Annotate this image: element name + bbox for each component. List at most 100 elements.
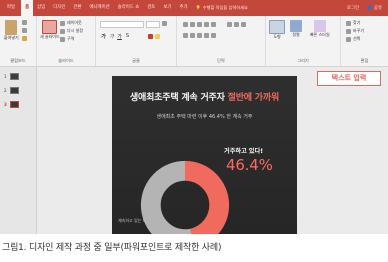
tell-me-text: 수행할 작업을 입력하세요 xyxy=(202,5,248,10)
align-left-icon xyxy=(183,33,188,38)
tab-review[interactable]: 검토 xyxy=(143,0,159,16)
tab-addins[interactable]: 추가 xyxy=(175,0,191,16)
new-slide-button[interactable]: 새 슬라이드 xyxy=(40,20,60,40)
slide-thumbnail-2[interactable] xyxy=(10,87,19,94)
font-color-icon xyxy=(148,34,153,39)
shapes-label: 도형 xyxy=(273,34,281,39)
slide-thumbnail-3[interactable] xyxy=(10,101,19,108)
clipboard-group-label: 클립보드 xyxy=(10,58,26,63)
layout-button[interactable]: 레이아웃 xyxy=(60,20,82,26)
arrange-button[interactable]: 정렬 xyxy=(290,20,302,38)
share-label: 공유 xyxy=(373,6,382,11)
font-name-combo[interactable] xyxy=(100,21,144,28)
indent-increase-icon xyxy=(204,22,209,27)
arrange-icon xyxy=(290,20,302,32)
replace-icon xyxy=(346,28,351,34)
slide-canvas-area: 생애최초주택 계속 거주자 절반에 가까워 생애최초 주택 마련 이후 46.4… xyxy=(37,67,388,234)
format-painter-button[interactable] xyxy=(22,36,27,41)
tell-me-box[interactable]: 💡 수행할 작업을 입력하세요 xyxy=(196,5,248,11)
percent-value[interactable]: 46.4% xyxy=(226,156,273,174)
text-input-annotation: 텍스트 입력 xyxy=(317,71,381,86)
slides-group-label: 슬라이드 xyxy=(58,58,74,63)
bold-button[interactable]: 가 xyxy=(101,33,106,40)
numbering-icon xyxy=(190,22,195,27)
tab-transitions[interactable]: 전환 xyxy=(69,0,85,16)
find-button[interactable]: 찾기 xyxy=(346,20,360,26)
brush-icon xyxy=(22,36,27,41)
shadow-button[interactable]: S xyxy=(125,33,130,40)
list-buttons[interactable] xyxy=(183,22,216,27)
section-label: 구역 xyxy=(67,36,75,41)
justify-icon xyxy=(204,33,209,38)
italic-button[interactable]: 가 xyxy=(109,33,114,40)
replace-button[interactable]: 바꾸기 xyxy=(346,28,364,34)
layout-label: 레이아웃 xyxy=(67,20,82,25)
thumbnail-number: 1 xyxy=(4,74,7,79)
paste-button[interactable]: 붙여넣기 xyxy=(4,20,19,41)
paragraph-group-label: 단락 xyxy=(217,58,225,63)
cut-button[interactable] xyxy=(22,20,27,25)
paste-icon xyxy=(5,20,18,35)
select-button[interactable]: 선택 xyxy=(346,36,360,42)
thumbnail-number: 3 xyxy=(4,102,7,107)
group-font: 가 가 가 S 글꼴 xyxy=(96,16,177,66)
section-icon xyxy=(60,36,65,42)
slide-thumbnail-1[interactable] xyxy=(10,73,19,80)
tab-animations[interactable]: 애니메이션 xyxy=(85,0,113,16)
align-buttons[interactable] xyxy=(183,33,216,38)
tab-home[interactable]: 홈 xyxy=(21,0,34,16)
new-slide-icon xyxy=(42,20,58,34)
replace-label: 바꾸기 xyxy=(353,28,365,33)
sign-in-link[interactable]: 로그인 xyxy=(347,5,359,11)
font-grow-icon xyxy=(162,21,167,26)
search-icon xyxy=(346,20,351,26)
layout-icon xyxy=(60,20,65,26)
section-button[interactable]: 구역 xyxy=(60,36,74,42)
ribbon-home: 붙여넣기 클립보드 새 슬라이드 레이아웃 다시 설정 구역 슬라이드 가 가 xyxy=(0,16,388,67)
reset-button[interactable]: 다시 설정 xyxy=(60,28,83,34)
scissors-icon xyxy=(22,20,27,25)
drawing-group-label: 그리기 xyxy=(297,58,309,63)
line-spacing-icon xyxy=(211,22,216,27)
slide-subtitle[interactable]: 생애최초 주택 마련 이후 46.4% 한 계속 거주 xyxy=(112,113,297,120)
slide-title[interactable]: 생애최초주택 계속 거주자 절반에 가까워 xyxy=(112,90,297,103)
indent-decrease-icon xyxy=(197,22,202,27)
font-grow-button[interactable] xyxy=(162,21,167,26)
tab-file[interactable]: 파일 xyxy=(0,0,19,16)
figure-caption: 그림1. 디자인 제작 과정 중 일부(파워포인트로 제작한 사례) xyxy=(2,243,222,253)
select-label: 선택 xyxy=(353,36,361,41)
text-direction-button[interactable] xyxy=(227,22,246,27)
find-label: 찾기 xyxy=(353,20,361,25)
tab-insert[interactable]: 삽입 xyxy=(33,0,49,16)
font-format-row: 가 가 가 S xyxy=(101,33,130,40)
paste-label: 붙여넣기 xyxy=(4,35,19,40)
powerpoint-screenshot: 파일 홈 삽입 디자인 전환 애니메이션 슬라이드 쇼 검토 보기 추가 💡 수… xyxy=(0,0,388,234)
copy-icon xyxy=(22,28,27,33)
quick-styles-button[interactable]: 빠른 스타일 xyxy=(310,20,330,38)
slide-canvas[interactable]: 생애최초주택 계속 거주자 절반에 가까워 생애최초 주택 마련 이후 46.4… xyxy=(112,76,297,234)
donut-chart[interactable] xyxy=(140,160,230,234)
footnote-text[interactable]: 계속하고 있는 다 xyxy=(118,218,146,224)
group-editing: 찾기 바꾸기 선택 편집 xyxy=(341,16,388,66)
callout-text[interactable]: 거주하고 있다! xyxy=(224,146,263,155)
copy-button[interactable] xyxy=(22,28,27,33)
font-size-combo[interactable] xyxy=(146,21,160,28)
slide-thumbnail-pane: 1 2 3 xyxy=(0,67,37,234)
lightbulb-icon: 💡 xyxy=(195,5,201,10)
person-icon: 👤 xyxy=(367,6,373,11)
group-clipboard: 붙여넣기 클립보드 xyxy=(0,16,37,66)
slide-title-highlight: 절반에 가까워 xyxy=(227,93,280,103)
bullets-icon xyxy=(183,22,188,27)
underline-button[interactable]: 가 xyxy=(117,33,122,40)
quick-styles-icon xyxy=(313,20,326,32)
tab-design[interactable]: 디자인 xyxy=(49,0,69,16)
ribbon-tab-bar: 파일 홈 삽입 디자인 전환 애니메이션 슬라이드 쇼 검토 보기 추가 💡 수… xyxy=(0,0,388,16)
font-color-button[interactable] xyxy=(148,34,160,39)
group-drawing: 도형 정렬 빠른 스타일 그리기 xyxy=(266,16,341,66)
tab-view[interactable]: 보기 xyxy=(159,0,175,16)
editing-group-label: 편집 xyxy=(360,58,369,63)
share-button[interactable]: 👤 공유 xyxy=(367,5,382,11)
tab-slideshow[interactable]: 슬라이드 쇼 xyxy=(114,0,144,16)
shapes-button[interactable]: 도형 xyxy=(269,20,285,40)
quick-styles-label: 빠른 스타일 xyxy=(310,32,330,37)
